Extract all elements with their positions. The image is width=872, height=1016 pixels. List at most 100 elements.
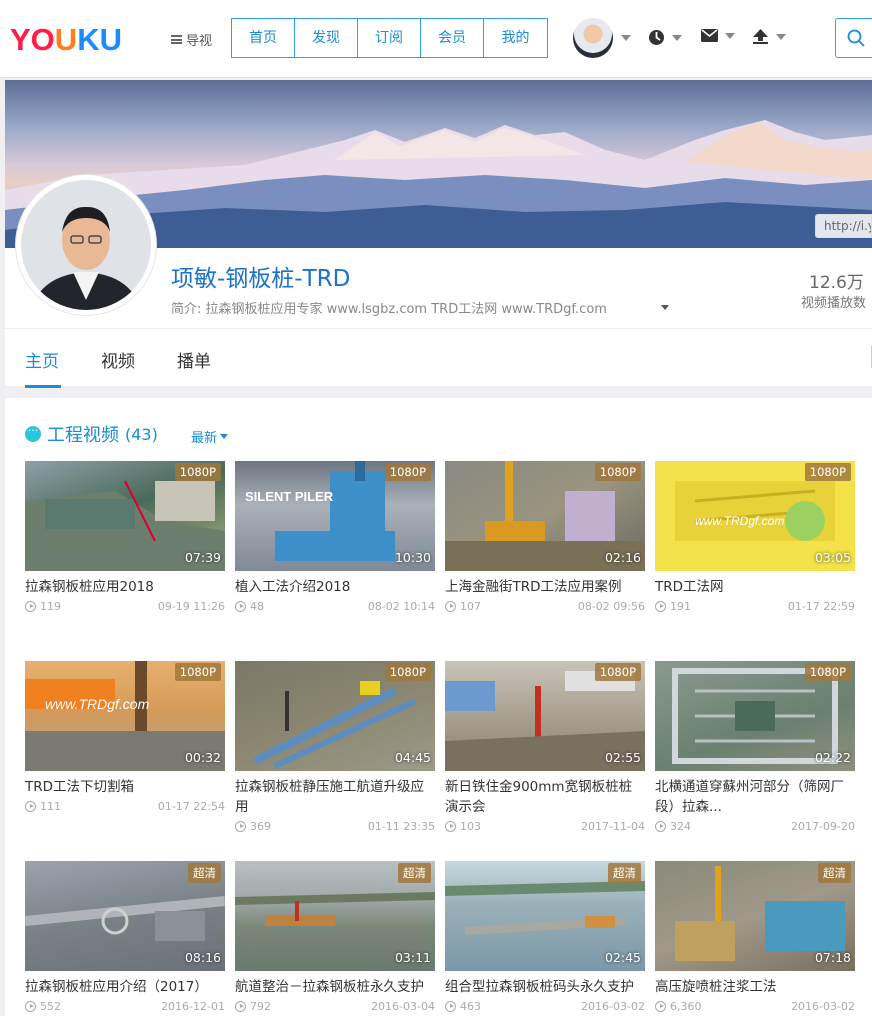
history-icon	[649, 30, 664, 45]
svg-text:www.TRDgf.com: www.TRDgf.com	[45, 696, 150, 712]
video-card[interactable]: 1080P 02:16 上海金融街TRD工法应用案例 107 08-02 09:5…	[445, 461, 645, 613]
youku-logo[interactable]: YOUKU	[10, 22, 122, 58]
video-duration: 10:30	[394, 550, 431, 565]
video-date: 2016-03-04	[371, 1000, 435, 1013]
video-title[interactable]: 拉森钢板桩应用2018	[25, 577, 225, 597]
video-card[interactable]: SILENT PILER 1080P 10:30 植入工法介绍2018 48 08…	[235, 461, 435, 613]
message-icon	[701, 29, 718, 42]
video-card[interactable]: 1080P 02:22 北横通道穿蘇州河部分（筛网厂段）拉森... 324 201…	[655, 661, 855, 833]
video-thumbnail[interactable]: 超清 08:16	[25, 861, 225, 971]
video-date: 2017-09-20	[791, 820, 855, 833]
tab-videos[interactable]: 视频	[101, 347, 135, 372]
video-card[interactable]: 1080P 07:39 拉森钢板桩应用2018 119 09-19 11:26	[25, 461, 225, 613]
video-card[interactable]: 超清 03:11 航道整治－拉森钢板桩永久支护 792 2016-03-04	[235, 861, 435, 1013]
video-duration: 02:55	[604, 750, 641, 765]
video-plays: 552	[40, 1000, 61, 1013]
section-title[interactable]: 工程视频	[47, 421, 119, 447]
main-nav: 首页 发现 订阅 会员 我的	[231, 18, 548, 58]
channel-url-box[interactable]: http://i.y	[815, 214, 872, 238]
tab-home[interactable]: 主页	[25, 347, 59, 372]
channel-avatar[interactable]	[16, 175, 156, 315]
video-title[interactable]: 拉森钢板桩应用介绍（2017）	[25, 977, 225, 997]
channel-tabs: 主页 视频 播单	[5, 328, 872, 388]
svg-text:SILENT PILER: SILENT PILER	[245, 489, 334, 504]
guide-menu-button[interactable]: 导视	[171, 30, 212, 49]
quality-badge: 1080P	[174, 463, 221, 481]
channel-name[interactable]: 项敏-钢板桩-TRD	[171, 259, 350, 293]
message-button[interactable]	[701, 29, 735, 42]
play-count-label: 视频播放数	[801, 296, 867, 311]
video-card[interactable]: www.TRDgf.com 1080P 00:32 TRD工法下切割箱 111 0…	[25, 661, 225, 813]
history-button[interactable]	[648, 29, 682, 46]
nav-home[interactable]: 首页	[232, 19, 295, 57]
play-count-icon	[445, 821, 456, 832]
video-thumbnail[interactable]: www.TRDgf.com 1080P 00:32	[25, 661, 225, 771]
play-count-icon	[655, 1001, 666, 1012]
play-count-icon	[235, 821, 246, 832]
upload-icon	[753, 29, 768, 44]
sort-label: 最新	[191, 431, 218, 446]
video-date: 01-17 22:54	[157, 800, 225, 813]
sort-dropdown[interactable]: 最新	[191, 427, 229, 446]
video-plays: 103	[460, 820, 481, 833]
quality-badge: 超清	[608, 863, 641, 883]
tab-playlists[interactable]: 播单	[177, 347, 211, 372]
video-thumbnail[interactable]: 1080P 02:16	[445, 461, 645, 571]
video-thumbnail[interactable]: 超清 03:11	[235, 861, 435, 971]
nav-mine[interactable]: 我的	[484, 19, 547, 57]
chevron-down-icon	[672, 34, 682, 41]
quality-badge: 超清	[398, 863, 431, 883]
video-title[interactable]: 北横通道穿蘇州河部分（筛网厂段）拉森...	[655, 777, 855, 817]
video-plays: 324	[670, 820, 691, 833]
video-card[interactable]: www.TRDgf.com 1080P 03:05 TRD工法网 191 01-1…	[655, 461, 855, 613]
video-card[interactable]: 1080P 04:45 拉森钢板桩静压施工航道升级应用 369 01-11 23:…	[235, 661, 435, 833]
video-title[interactable]: TRD工法网	[655, 577, 855, 597]
video-title[interactable]: 植入工法介绍2018	[235, 577, 435, 597]
video-date: 2016-03-02	[791, 1000, 855, 1013]
play-count-icon	[235, 601, 246, 612]
nav-vip[interactable]: 会员	[421, 19, 484, 57]
video-thumbnail[interactable]: 1080P 04:45	[235, 661, 435, 771]
video-card[interactable]: 超清 08:16 拉森钢板桩应用介绍（2017） 552 2016-12-01	[25, 861, 225, 1013]
video-title[interactable]: 上海金融街TRD工法应用案例	[445, 577, 645, 597]
video-plays: 6,360	[670, 1000, 702, 1013]
video-thumbnail[interactable]: 超清 07:18	[655, 861, 855, 971]
video-card[interactable]: 超清 07:18 高压旋喷桩注浆工法 6,360 2016-03-02	[655, 861, 855, 1013]
video-thumbnail[interactable]: 1080P 07:39	[25, 461, 225, 571]
video-duration: 03:11	[394, 950, 431, 965]
play-count-icon	[25, 801, 36, 812]
video-plays: 191	[670, 600, 691, 613]
video-duration: 04:45	[394, 750, 431, 765]
video-thumbnail[interactable]: www.TRDgf.com 1080P 03:05	[655, 461, 855, 571]
play-count-value: 12.6万	[809, 273, 864, 293]
section-header: ··· 工程视频 (43)	[25, 421, 158, 447]
video-date: 08-02 09:56	[577, 600, 645, 613]
video-title[interactable]: TRD工法下切割箱	[25, 777, 225, 797]
video-title[interactable]: 航道整治－拉森钢板桩永久支护	[235, 977, 435, 997]
video-date: 08-02 10:14	[367, 600, 435, 613]
nav-subscribe[interactable]: 订阅	[358, 19, 421, 57]
video-date: 01-17 22:59	[787, 600, 855, 613]
upload-button[interactable]	[752, 29, 786, 44]
intro-expand-icon[interactable]	[661, 305, 669, 310]
video-title[interactable]: 高压旋喷桩注浆工法	[655, 977, 855, 997]
search-button[interactable]	[835, 18, 872, 58]
video-plays: 463	[460, 1000, 481, 1013]
video-card[interactable]: 超清 02:45 组合型拉森钢板桩码头永久支护 463 2016-03-02	[445, 861, 645, 1013]
video-plays: 119	[40, 600, 61, 613]
video-card[interactable]: 1080P 02:55 新日铁住金900mm宽钢板桩桩演示会 103 2017-1…	[445, 661, 645, 833]
video-duration: 03:05	[814, 550, 851, 565]
video-title[interactable]: 新日铁住金900mm宽钢板桩桩演示会	[445, 777, 645, 817]
video-title[interactable]: 组合型拉森钢板桩码头永久支护	[445, 977, 645, 997]
video-title[interactable]: 拉森钢板桩静压施工航道升级应用	[235, 777, 435, 817]
nav-discover[interactable]: 发现	[295, 19, 358, 57]
video-thumbnail[interactable]: 1080P 02:22	[655, 661, 855, 771]
quality-badge: 1080P	[594, 663, 641, 681]
video-duration: 08:16	[184, 950, 221, 965]
video-thumbnail[interactable]: 超清 02:45	[445, 861, 645, 971]
user-avatar[interactable]	[573, 18, 613, 58]
avatar-dropdown-icon[interactable]	[621, 35, 631, 41]
video-thumbnail[interactable]: 1080P 02:55	[445, 661, 645, 771]
quality-badge: 超清	[818, 863, 851, 883]
video-thumbnail[interactable]: SILENT PILER 1080P 10:30	[235, 461, 435, 571]
